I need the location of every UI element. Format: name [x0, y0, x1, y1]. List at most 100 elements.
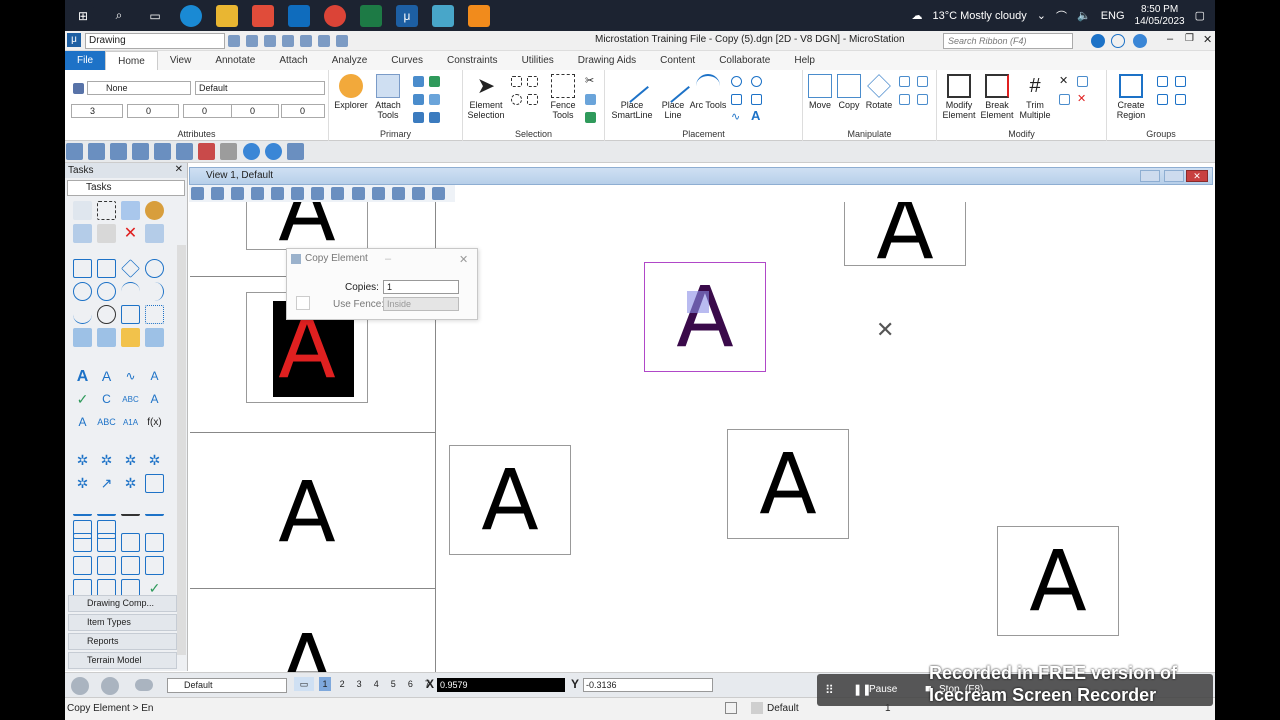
- circle-target-icon[interactable]: [145, 259, 164, 278]
- create-region-button[interactable]: Create Region: [1111, 74, 1151, 120]
- view-button-3[interactable]: 3: [353, 677, 365, 691]
- tab-view[interactable]: View: [158, 51, 204, 70]
- outlook-icon[interactable]: [288, 4, 310, 27]
- group-tool-1-icon[interactable]: [1157, 76, 1168, 87]
- sheet-tool-7-icon[interactable]: [121, 556, 140, 575]
- polygon-icon[interactable]: [751, 94, 762, 105]
- use-fence-select[interactable]: Inside: [383, 297, 459, 311]
- tool-10-icon[interactable]: [264, 143, 282, 160]
- clip-volume-icon[interactable]: [411, 187, 425, 200]
- letter-box[interactable]: A: [844, 202, 966, 266]
- file-explorer-icon[interactable]: [216, 4, 238, 27]
- transparency-select[interactable]: 0: [231, 104, 279, 118]
- weight-select[interactable]: 0: [183, 104, 235, 118]
- section-terrain-model[interactable]: Terrain Model: [68, 652, 177, 669]
- store-icon[interactable]: [252, 4, 274, 27]
- tool-9-icon[interactable]: [242, 143, 260, 160]
- app-icon[interactable]: [432, 4, 454, 27]
- weather-icon[interactable]: ☁: [911, 9, 922, 22]
- search-icon[interactable]: ⌕: [108, 5, 130, 27]
- sheet-tool-6-icon[interactable]: [97, 556, 116, 575]
- cell-tool-1-icon[interactable]: ✲: [73, 451, 92, 470]
- model-select[interactable]: Default: [167, 678, 287, 693]
- dialog-close-icon[interactable]: ✕: [459, 253, 468, 266]
- group-tool-3-icon[interactable]: [1157, 94, 1168, 105]
- rotate-view-icon[interactable]: [331, 187, 345, 200]
- arc2-tool-icon[interactable]: [145, 282, 164, 301]
- mirror-icon[interactable]: [917, 76, 928, 87]
- display-style-icon[interactable]: [211, 187, 225, 200]
- status-level[interactable]: Default: [767, 703, 799, 714]
- trim-multiple-button[interactable]: # Trim Multiple: [1015, 74, 1055, 120]
- letter-box[interactable]: A: [246, 202, 368, 250]
- clock[interactable]: 8:50 PM 14/05/2023: [1135, 4, 1185, 28]
- shape-tool-icon[interactable]: [97, 259, 116, 278]
- dimension-tool-3-icon[interactable]: [121, 497, 140, 516]
- letter-box[interactable]: A: [727, 429, 849, 539]
- sheet-tool-1-icon[interactable]: [73, 533, 92, 552]
- view-previous-icon[interactable]: [371, 187, 385, 200]
- tool-7-icon[interactable]: [198, 143, 216, 160]
- dimension-tool-1-icon[interactable]: [73, 497, 92, 516]
- pause-label[interactable]: Pause: [869, 684, 897, 695]
- workflow-select[interactable]: Drawing: [85, 32, 225, 49]
- x-coordinate-input[interactable]: 0.9579: [437, 678, 565, 692]
- extend-icon[interactable]: ✕: [1059, 76, 1070, 87]
- print-icon[interactable]: [282, 34, 294, 47]
- chrome-icon[interactable]: [324, 4, 346, 27]
- move-button[interactable]: Move: [805, 74, 835, 110]
- align-icon[interactable]: [917, 94, 928, 105]
- cone-tool-icon[interactable]: [121, 305, 140, 324]
- text-path-icon[interactable]: ∿: [121, 367, 140, 386]
- help-icon[interactable]: [1111, 34, 1125, 48]
- primary-tool-1-icon[interactable]: [413, 76, 424, 87]
- cell-tool-6-icon[interactable]: ↗: [97, 474, 116, 493]
- tab-curves[interactable]: Curves: [379, 51, 435, 70]
- close-window-icon[interactable]: ✕: [1203, 33, 1212, 46]
- window-area-icon[interactable]: [291, 187, 305, 200]
- section-reports[interactable]: Reports: [68, 633, 177, 650]
- text-size-icon[interactable]: A: [145, 367, 164, 386]
- pin-icon[interactable]: [336, 34, 348, 47]
- sheet-tool-3-icon[interactable]: [121, 533, 140, 552]
- view-attributes-icon[interactable]: [191, 187, 204, 200]
- rect-tool-icon[interactable]: [73, 259, 92, 278]
- spell-check-icon[interactable]: ✓: [73, 390, 92, 409]
- user-avatar[interactable]: [1133, 34, 1147, 48]
- letter-box-selected[interactable]: A: [644, 262, 766, 372]
- weather-text[interactable]: 13°C Mostly cloudy: [932, 10, 1026, 22]
- tab-annotate[interactable]: Annotate: [203, 51, 267, 70]
- array-icon[interactable]: [899, 94, 910, 105]
- letter-box[interactable]: A: [997, 526, 1119, 636]
- fence-tool-icon[interactable]: [97, 201, 116, 220]
- y-coordinate-input[interactable]: -0.3136: [583, 678, 713, 692]
- view-button-1[interactable]: 1: [319, 677, 332, 691]
- notification-icon[interactable]: ▢: [1195, 9, 1205, 22]
- place-smartline-button[interactable]: Place SmartLine: [607, 69, 657, 120]
- letter-box[interactable]: A: [246, 612, 368, 672]
- drag-handle-icon[interactable]: ⠿: [825, 683, 834, 697]
- tab-drawing-aids[interactable]: Drawing Aids: [566, 51, 648, 70]
- move-tool-icon[interactable]: [121, 201, 140, 220]
- palette-tool-icon[interactable]: [145, 201, 164, 220]
- tool-3-icon[interactable]: [110, 143, 128, 160]
- fillet-icon[interactable]: [1077, 76, 1088, 87]
- view-button-4[interactable]: 4: [370, 677, 382, 691]
- rotate-shape-icon[interactable]: [121, 259, 140, 278]
- redo-icon[interactable]: [318, 34, 330, 47]
- dots-tool-icon[interactable]: [145, 305, 164, 324]
- sheet-tool-5-icon[interactable]: [73, 556, 92, 575]
- priority-select[interactable]: 0: [281, 104, 325, 118]
- pattern-tool-icon[interactable]: [97, 328, 116, 347]
- cell-tool-7-icon[interactable]: ✲: [121, 474, 140, 493]
- circle-arrow-icon[interactable]: [97, 305, 116, 324]
- text-insert-icon[interactable]: A: [73, 413, 92, 432]
- forward-icon[interactable]: [101, 677, 119, 695]
- view-button-5[interactable]: 5: [387, 677, 399, 691]
- zoom-out-icon[interactable]: [271, 187, 285, 200]
- view-button-2[interactable]: 2: [336, 677, 348, 691]
- status-lock-icon[interactable]: [725, 702, 737, 714]
- fill-tool-icon[interactable]: [121, 328, 140, 347]
- primary-tool-5-icon[interactable]: [413, 112, 424, 123]
- section-item-types[interactable]: Item Types: [68, 614, 177, 631]
